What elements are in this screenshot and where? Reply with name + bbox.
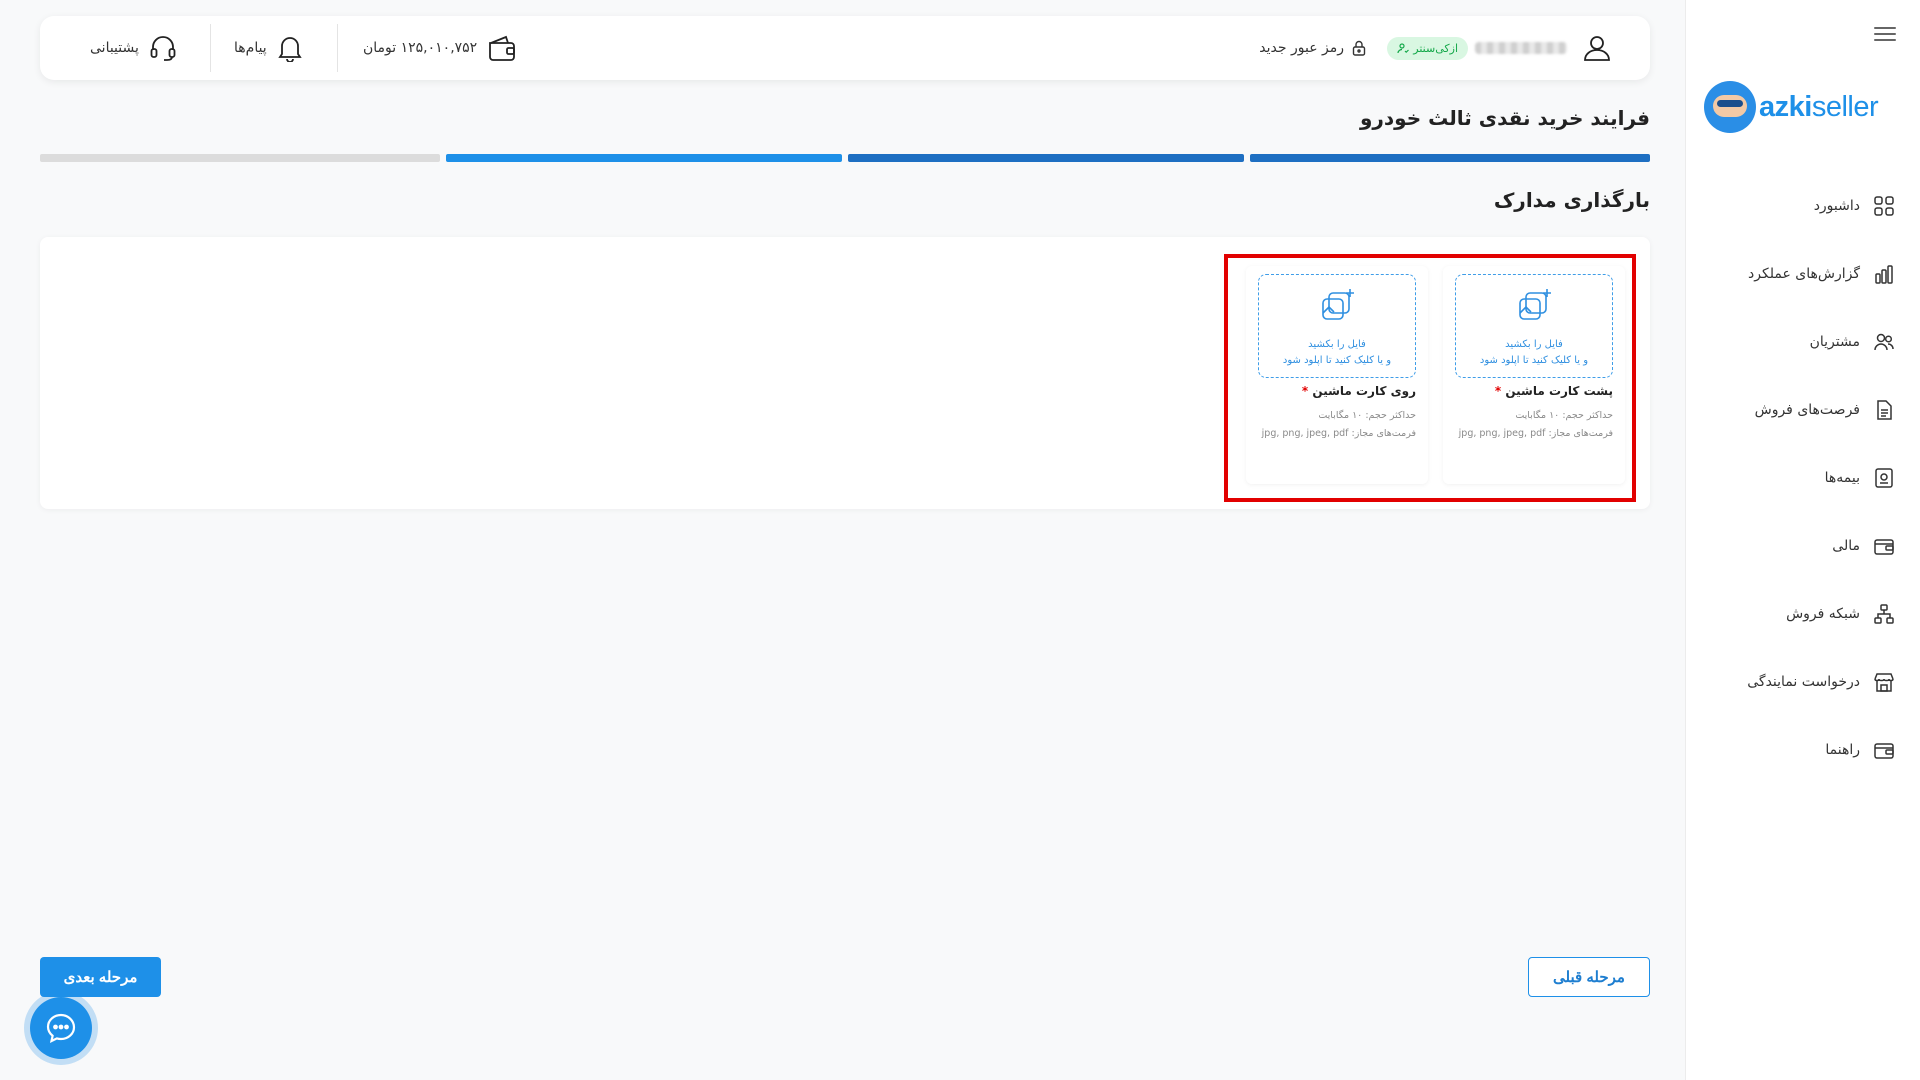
document-icon	[1872, 398, 1896, 422]
store-icon	[1872, 670, 1896, 694]
sidebar-item-finance[interactable]: مالی	[1685, 512, 1920, 580]
divider	[337, 24, 338, 72]
sidebar-item-dashboard[interactable]: داشبورد	[1685, 172, 1920, 240]
sidebar-item-sales-opportunities[interactable]: فرصت‌های فروش	[1685, 376, 1920, 444]
messages-button[interactable]: پیام‌ها	[234, 16, 303, 80]
step-progress-bar	[40, 154, 1650, 162]
progress-step-3	[446, 154, 842, 162]
network-icon	[1872, 602, 1896, 626]
user-name	[1475, 16, 1567, 80]
sidebar-item-reports[interactable]: گزارش‌های عملکرد	[1685, 240, 1920, 308]
sidebar-item-label: راهنما	[1825, 742, 1860, 758]
progress-step-2	[848, 154, 1244, 162]
sidebar-item-label: شبکه فروش	[1786, 606, 1860, 622]
user-check-icon	[1397, 43, 1410, 54]
user-avatar-icon[interactable]	[1582, 16, 1612, 80]
sidebar-item-label: گزارش‌های عملکرد	[1748, 266, 1860, 282]
mascot-icon	[1704, 81, 1756, 133]
top-bar: ازکی‌سنتر رمز عبور جدید ۱۲۵,۰۱۰,۷۵۲ توما…	[40, 16, 1650, 80]
insurance-icon	[1872, 466, 1896, 490]
previous-step-button[interactable]: مرحله قبلی	[1528, 957, 1650, 997]
progress-step-4	[40, 154, 440, 162]
wallet-icon	[489, 35, 516, 61]
sidebar-item-label: بیمه‌ها	[1824, 470, 1860, 486]
sidebar-item-label: مشتریان	[1809, 334, 1860, 350]
sidebar-item-label: مالی	[1832, 538, 1860, 554]
chat-button[interactable]	[30, 997, 92, 1059]
wallet-icon	[1872, 534, 1896, 558]
logo[interactable]: azkiseller	[1704, 80, 1890, 134]
bell-icon	[278, 37, 302, 62]
sidebar-item-label: داشبورد	[1813, 198, 1860, 214]
sidebar: azkiseller داشبورد گزارش‌های عملکرد مشتر…	[1685, 0, 1920, 1080]
sidebar-item-guide[interactable]: راهنما	[1685, 716, 1920, 784]
next-step-button[interactable]: مرحله بعدی	[40, 957, 161, 997]
grid-icon	[1872, 194, 1896, 218]
page-title: فرایند خرید نقدی ثالث خودرو	[1359, 106, 1650, 130]
sidebar-item-customers[interactable]: مشتریان	[1685, 308, 1920, 376]
sidebar-item-insurances[interactable]: بیمه‌ها	[1685, 444, 1920, 512]
wallet-balance[interactable]: ۱۲۵,۰۱۰,۷۵۲ تومان	[363, 16, 517, 80]
guide-icon	[1872, 738, 1896, 762]
new-password-link[interactable]: رمز عبور جدید	[1259, 16, 1368, 80]
sidebar-item-label: فرصت‌های فروش	[1754, 402, 1860, 418]
bar-chart-icon	[1872, 262, 1896, 286]
chat-icon	[46, 1013, 76, 1043]
sidebar-item-label: درخواست نمایندگی	[1747, 674, 1860, 690]
menu-icon[interactable]	[1874, 27, 1896, 43]
user-role-badge: ازکی‌سنتر	[1387, 16, 1468, 80]
divider	[210, 24, 211, 72]
sidebar-item-sales-network[interactable]: شبکه فروش	[1685, 580, 1920, 648]
users-icon	[1872, 330, 1896, 354]
sidebar-item-agency-request[interactable]: درخواست نمایندگی	[1685, 648, 1920, 716]
headset-icon	[150, 36, 176, 61]
sidebar-nav: داشبورد گزارش‌های عملکرد مشتریان فرصت‌ها…	[1685, 172, 1920, 784]
progress-step-1	[1250, 154, 1650, 162]
lock-icon	[1352, 40, 1366, 56]
support-button[interactable]: پشتیبانی	[90, 16, 177, 80]
section-title: بارگذاری مدارک	[1493, 188, 1650, 212]
highlight-box	[1224, 254, 1636, 502]
